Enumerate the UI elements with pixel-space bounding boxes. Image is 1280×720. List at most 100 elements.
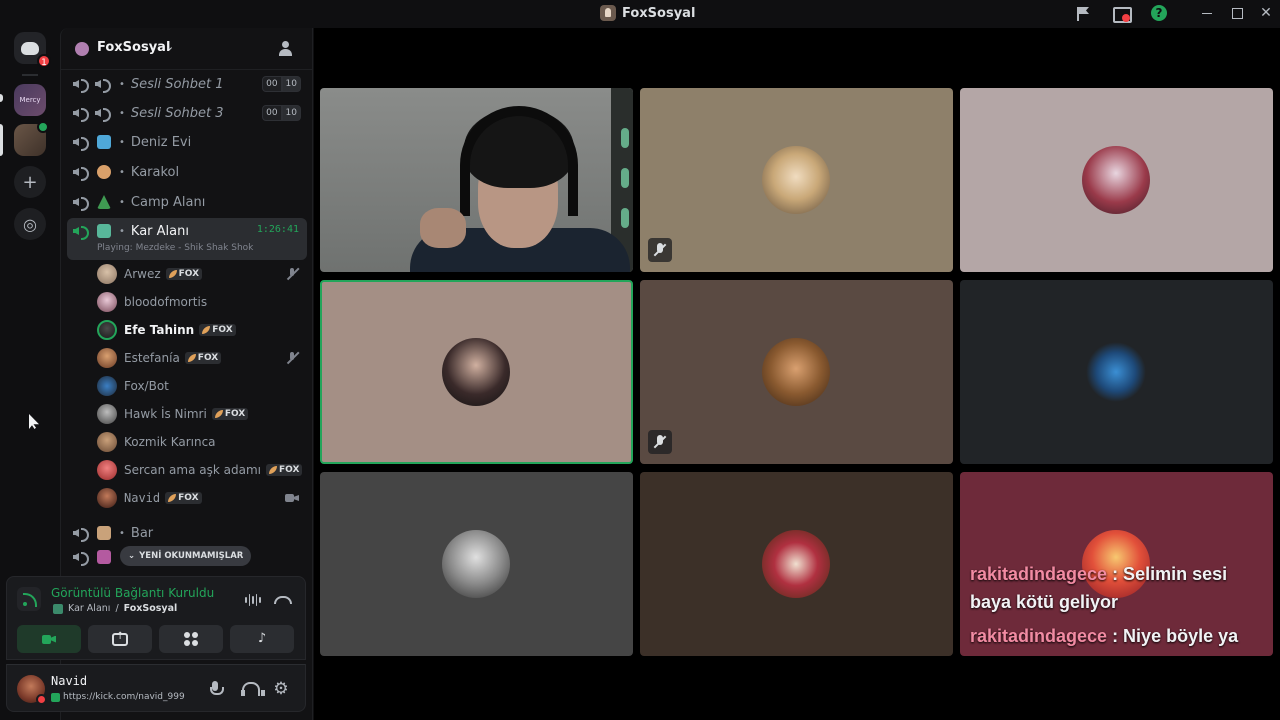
- add-server-button[interactable]: +: [14, 166, 46, 198]
- user-count: 00: [262, 76, 282, 92]
- video-tile-participant[interactable]: [640, 472, 953, 656]
- server-header[interactable]: FoxSosyal ⌄: [61, 28, 313, 70]
- dot-separator: •: [119, 107, 125, 119]
- noise-suppression-icon[interactable]: [245, 593, 261, 607]
- user-panel: Navid https://kick.com/navid_999 ⚙: [6, 664, 306, 712]
- minimize-button[interactable]: [1200, 6, 1214, 20]
- chat-text: : Niye böyle ya: [1107, 626, 1239, 646]
- screen-share-button[interactable]: [88, 625, 152, 653]
- voice-channel-icon: [73, 77, 89, 93]
- camera-icon: [285, 491, 299, 505]
- channel-sesli-sohbet-1[interactable]: • Sesli Sohbet 1 00 10: [67, 70, 307, 98]
- voice-member[interactable]: Estefanía FOX: [97, 345, 307, 371]
- leaf-icon: [168, 270, 177, 278]
- member-name: Fox/Bot: [124, 379, 169, 393]
- rgb-light: [621, 168, 629, 188]
- discord-logo-icon: [21, 41, 39, 55]
- voice-member[interactable]: Fox/Bot: [97, 373, 307, 399]
- video-tile-bot[interactable]: [960, 280, 1273, 464]
- avatar: [762, 338, 830, 406]
- compass-icon: ◎: [23, 214, 37, 234]
- server-tag-label: FOX: [224, 409, 246, 419]
- video-tile-participant[interactable]: [320, 472, 633, 656]
- speaker-icon: [95, 77, 111, 93]
- connection-location[interactable]: Kar Alanı / FoxSosyal: [53, 603, 177, 614]
- avatar[interactable]: [17, 675, 47, 705]
- voice-channel-icon: [73, 195, 89, 211]
- chevron-down-icon: ⌄: [128, 551, 136, 561]
- new-unreads-label: YENİ OKUNMAMIŞLAR: [139, 551, 244, 561]
- server-icon-foxsosyal[interactable]: [14, 121, 49, 156]
- channel-name: Sesli Sohbet 3: [130, 105, 224, 121]
- server-name: FoxSosyal: [97, 40, 171, 55]
- new-unreads-pill[interactable]: ⌄ YENİ OKUNMAMIŞLAR: [120, 546, 252, 566]
- close-button[interactable]: ✕: [1259, 6, 1273, 20]
- explore-button[interactable]: ◎: [14, 208, 46, 240]
- dot-separator: •: [119, 136, 125, 148]
- server-tag-label: FOX: [178, 493, 199, 503]
- inbox-flag-icon[interactable]: [1074, 5, 1092, 23]
- channel-name: Karakol: [130, 164, 180, 180]
- voice-member[interactable]: Sercan ama aşk adamı FOX: [97, 457, 307, 483]
- connection-status[interactable]: Görüntülü Bağlantı Kuruldu: [51, 586, 214, 600]
- voice-member[interactable]: Arwez FOX: [97, 261, 307, 287]
- signal-icon[interactable]: [17, 587, 41, 611]
- wave-emoji-icon: [97, 135, 111, 149]
- video-tile-participant[interactable]: [960, 88, 1273, 272]
- avatar: [442, 338, 510, 406]
- channel-karakol[interactable]: • Karakol: [67, 158, 307, 186]
- video-tile-participant[interactable]: [640, 280, 953, 464]
- dot-separator: •: [119, 527, 125, 539]
- bot-logo-icon: [1082, 338, 1150, 406]
- custom-status-text: https://kick.com/navid_999: [63, 692, 185, 702]
- server-tag-label: FOX: [197, 353, 219, 363]
- settings-gear-icon[interactable]: ⚙: [273, 681, 289, 698]
- window-title: FoxSosyal: [600, 5, 695, 21]
- chat-nick: rakitadindagece: [970, 626, 1108, 646]
- soundboard-button[interactable]: ♪: [230, 625, 294, 653]
- dot-separator: •: [119, 225, 125, 237]
- member-name: Navid: [124, 491, 161, 505]
- voice-channel-icon: [73, 135, 89, 151]
- camera-toggle-button[interactable]: [17, 625, 81, 653]
- dot-separator: •: [119, 78, 125, 90]
- camera-icon: [42, 634, 56, 645]
- channel-kar-alani[interactable]: • Kar Alanı 1:26:41 Playing: Mezdeke - S…: [67, 218, 307, 260]
- voice-member[interactable]: Efe Tahinn FOX: [97, 317, 307, 343]
- channel-sesli-sohbet-3[interactable]: • Sesli Sohbet 3 00 10: [67, 99, 307, 127]
- leaf-icon: [187, 354, 196, 362]
- activity-status: Playing: Mezdeke - Shik Shak Shok: [97, 243, 254, 253]
- voice-member[interactable]: Kozmik Karınca: [97, 429, 307, 455]
- connection-channel: Kar Alanı: [68, 603, 111, 614]
- voice-channel-icon: [73, 165, 89, 181]
- server-icon-label: Mercy: [19, 96, 41, 104]
- video-tile-participant[interactable]: [640, 88, 953, 272]
- username[interactable]: Navid: [51, 674, 87, 688]
- voice-member[interactable]: bloodofmortis: [97, 289, 307, 315]
- channel-deniz-evi[interactable]: • Deniz Evi: [67, 128, 307, 156]
- video-tile-participant-speaking[interactable]: [320, 280, 633, 464]
- rail-separator: [22, 74, 38, 76]
- voice-member[interactable]: Navid FOX: [97, 485, 307, 511]
- channel-camp-alani[interactable]: • Camp Alanı: [67, 188, 307, 216]
- home-button[interactable]: 1: [14, 32, 51, 68]
- activities-button[interactable]: [159, 625, 223, 653]
- custom-status[interactable]: https://kick.com/navid_999: [51, 692, 185, 702]
- mic-off-icon: [285, 351, 299, 365]
- maximize-button[interactable]: [1230, 6, 1244, 20]
- screen-share-icon[interactable]: [1112, 5, 1132, 23]
- avatar: [97, 376, 117, 396]
- microphone-icon[interactable]: [207, 681, 224, 697]
- voice-channel-icon: [73, 526, 89, 542]
- headphones-icon[interactable]: [241, 681, 265, 697]
- video-tile-camera[interactable]: [320, 88, 633, 272]
- voice-member[interactable]: Hawk İs Nimri FOX: [97, 401, 307, 427]
- help-icon[interactable]: ?: [1151, 5, 1167, 21]
- channel-bar[interactable]: • Bar: [67, 519, 307, 547]
- user-limit: 10: [281, 105, 301, 121]
- avatar: [762, 530, 830, 598]
- invite-user-icon[interactable]: [279, 40, 297, 58]
- server-icon-mercy[interactable]: Mercy: [14, 84, 46, 116]
- disconnect-icon[interactable]: [273, 593, 292, 605]
- server-header-icon: [75, 42, 89, 56]
